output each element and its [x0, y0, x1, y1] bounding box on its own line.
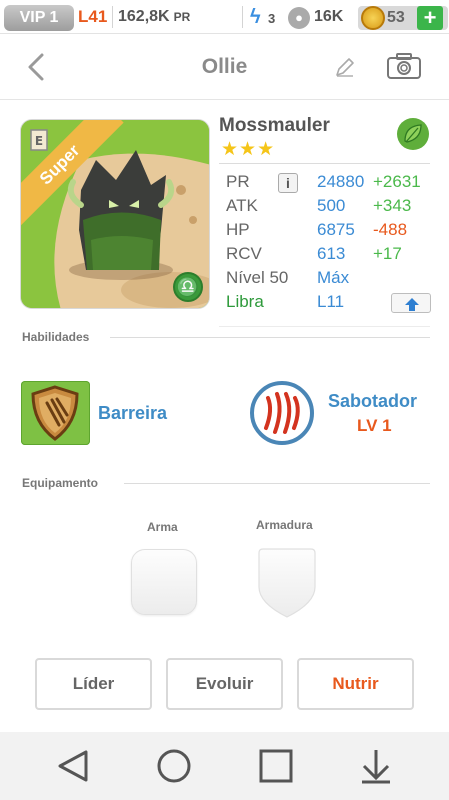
- leaf-icon: [397, 118, 429, 150]
- stat-value: 500: [317, 196, 346, 215]
- stat-label: HP: [226, 220, 250, 239]
- energy-icon: ϟ: [250, 6, 261, 28]
- divider: [110, 337, 430, 338]
- divider: [112, 6, 113, 28]
- star-rating: ★★★: [221, 139, 276, 160]
- feed-button[interactable]: Nutrir: [297, 658, 414, 710]
- libra-badge-icon: ♎: [173, 272, 203, 302]
- paw-count: 16K: [314, 8, 344, 25]
- stat-bonus: +343: [373, 196, 412, 215]
- shield-icon[interactable]: [21, 381, 90, 445]
- energy-count: 3: [268, 11, 276, 26]
- stat-bonus: +2631: [373, 172, 421, 191]
- stat-value: 6875: [317, 220, 355, 239]
- stat-value: 24880: [317, 172, 365, 191]
- stat-value: 613: [317, 244, 346, 263]
- stat-bonus: +17: [373, 244, 402, 263]
- back-triangle-icon[interactable]: [54, 746, 94, 786]
- camera-icon[interactable]: [386, 52, 422, 80]
- paw-icon: ●: [288, 7, 310, 29]
- book-icon[interactable]: E: [29, 128, 49, 152]
- sign-value: L11: [317, 292, 345, 311]
- leader-button[interactable]: Líder: [35, 658, 152, 710]
- stat-bonus: -488: [373, 220, 408, 239]
- weapon-label: Arma: [147, 520, 178, 534]
- status-bar: VIP 1 L41 162,8K PR ϟ 3 ● 16K 53 +: [0, 0, 449, 34]
- monster-name: Mossmauler: [219, 115, 330, 136]
- level-value: Máx: [317, 268, 350, 287]
- skill-barreira[interactable]: Barreira: [98, 403, 167, 424]
- abilities-heading: Habilidades: [22, 330, 90, 344]
- upgrade-button[interactable]: [391, 293, 431, 313]
- stat-label: PR: [226, 172, 250, 191]
- system-nav-bar: [0, 732, 449, 800]
- evolve-button[interactable]: Evoluir: [166, 658, 283, 710]
- info-button[interactable]: i: [278, 173, 298, 193]
- equipment-heading: Equipamento: [22, 476, 99, 490]
- divider: [242, 6, 243, 28]
- edit-icon[interactable]: [334, 56, 356, 78]
- divider: [219, 163, 430, 164]
- coin-count: 53: [387, 9, 405, 26]
- skill-level: LV 1: [357, 416, 392, 435]
- recents-square-icon[interactable]: [256, 746, 296, 786]
- claw-marks-icon[interactable]: [249, 380, 315, 446]
- page-title: Ollie: [201, 55, 248, 78]
- player-level: L41: [78, 7, 108, 26]
- header: Ollie: [0, 34, 449, 100]
- monster-card[interactable]: Super E ♎: [20, 119, 210, 309]
- home-circle-icon[interactable]: [154, 746, 194, 786]
- armor-slot[interactable]: [255, 547, 319, 619]
- stat-label: ATK: [226, 196, 258, 215]
- vip-badge[interactable]: VIP 1: [4, 5, 74, 31]
- hide-keyboard-icon[interactable]: [356, 746, 396, 786]
- sign-label: Libra: [226, 292, 264, 311]
- arrow-up-icon: [405, 298, 419, 311]
- weapon-slot[interactable]: [131, 549, 197, 615]
- power-unit: PR: [173, 10, 191, 24]
- divider: [124, 483, 430, 484]
- armor-label: Armadura: [256, 518, 313, 532]
- power-rating: 162,8K PR: [118, 8, 190, 26]
- svg-text:E: E: [35, 134, 43, 148]
- add-coins-button[interactable]: +: [417, 6, 443, 30]
- skill-sabotador[interactable]: Sabotador: [328, 391, 417, 412]
- divider: [219, 326, 430, 327]
- power-value: 162,8K: [118, 8, 170, 25]
- coin-icon: [361, 6, 385, 30]
- level-label: Nível 50: [226, 268, 289, 287]
- stat-label: RCV: [226, 244, 262, 263]
